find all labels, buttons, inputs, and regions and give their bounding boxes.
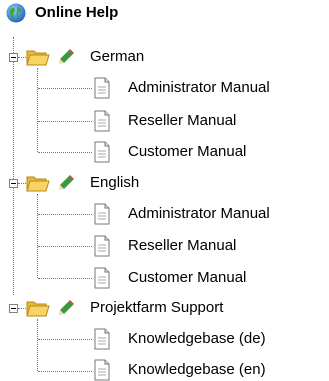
tree-item-english-reseller-manual[interactable]: Reseller Manual [128,237,236,255]
document-icon [94,110,110,132]
collapse-toggle-german[interactable] [9,53,18,62]
document-icon [94,77,110,99]
folder-open-icon [26,176,50,192]
pencil-icon[interactable] [57,174,75,192]
document-icon [94,267,110,289]
group-label-english[interactable]: English [90,174,139,192]
document-icon [94,203,110,225]
tree-trunk-line [13,37,14,295]
tree-item-knowledgebase-en[interactable]: Knowledgebase (en) [128,361,266,379]
globe-icon [6,3,26,23]
pencil-icon[interactable] [57,299,75,317]
document-icon [94,141,110,163]
tree-item-english-customer-manual[interactable]: Customer Manual [128,269,246,287]
document-icon [94,235,110,257]
folder-open-icon [26,50,50,66]
document-icon [94,328,110,350]
group-label-german[interactable]: German [90,48,144,66]
tree-item-knowledgebase-de[interactable]: Knowledgebase (de) [128,330,266,348]
document-icon [94,359,110,381]
tree-item-german-customer-manual[interactable]: Customer Manual [128,143,246,161]
collapse-toggle-projektfarm[interactable] [9,304,18,313]
root-label: Online Help [35,4,119,21]
tree-item-german-reseller-manual[interactable]: Reseller Manual [128,112,236,130]
tree-item-german-admin-manual[interactable]: Administrator Manual [128,79,270,97]
pencil-icon[interactable] [57,48,75,66]
collapse-toggle-english[interactable] [9,179,18,188]
tree-item-english-admin-manual[interactable]: Administrator Manual [128,205,270,223]
group-label-projektfarm-support[interactable]: Projektfarm Support [90,299,223,317]
folder-open-icon [26,301,50,317]
